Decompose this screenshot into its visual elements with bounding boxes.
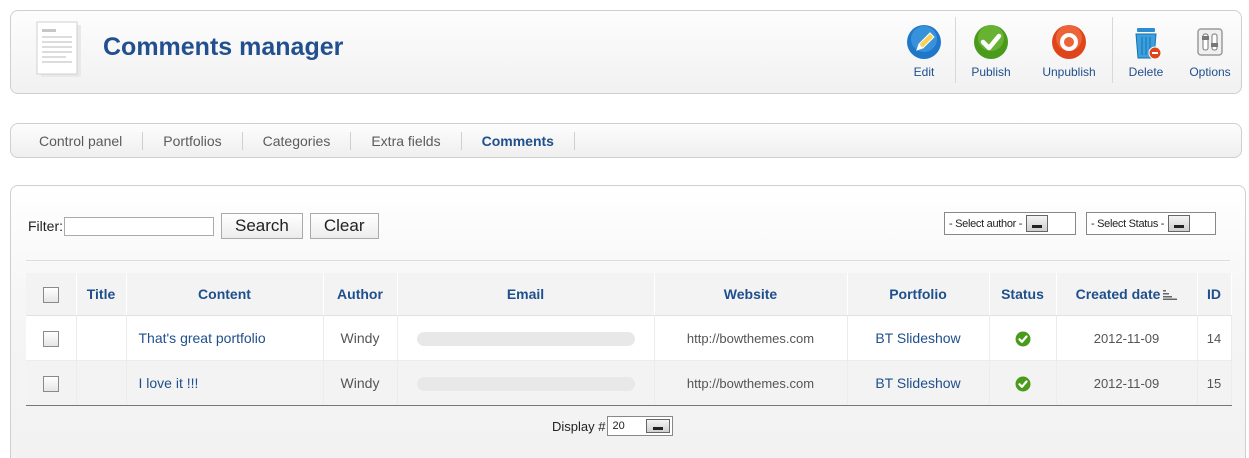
author-select-value: - Select author -	[949, 217, 1023, 230]
submenu-item-extra-fields[interactable]: Extra fields	[351, 131, 462, 150]
table-header-row: Title Content Author Email Website Portf…	[26, 273, 1232, 316]
submenu-item-control-panel[interactable]: Control panel	[26, 131, 144, 150]
published-status-icon[interactable]	[1015, 376, 1031, 392]
column-header-id[interactable]: ID	[1197, 273, 1232, 316]
email-redacted	[416, 377, 635, 392]
comments-table: Title Content Author Email Website Portf…	[26, 273, 1232, 406]
toolbar: Edit Publish Unpublish Delete Options	[893, 11, 1241, 95]
unpublish-label: Unpublish	[1042, 65, 1096, 79]
edit-button[interactable]: Edit	[893, 11, 955, 95]
column-header-website[interactable]: Website	[654, 273, 848, 316]
content-link[interactable]: I love it !!!	[126, 360, 324, 406]
options-label: Options	[1189, 65, 1231, 79]
status-cell	[989, 315, 1057, 361]
row-select-cell	[26, 360, 77, 406]
column-header-author[interactable]: Author	[323, 273, 398, 316]
unpublish-icon	[1052, 25, 1086, 59]
chevron-down-icon	[646, 419, 671, 433]
status-select-value: - Select Status -	[1091, 217, 1165, 230]
document-icon	[36, 21, 81, 77]
column-header-title[interactable]: Title	[76, 273, 127, 316]
column-header-created-date[interactable]: Created date	[1056, 273, 1198, 316]
status-cell	[989, 360, 1057, 406]
published-status-icon[interactable]	[1015, 331, 1031, 347]
display-count-select[interactable]: 20	[607, 416, 674, 436]
id-cell: 15	[1197, 360, 1232, 406]
table-row: I love it !!! Windy http://bowthemes.com…	[26, 360, 1232, 406]
row-checkbox[interactable]	[42, 375, 59, 392]
edit-label: Edit	[913, 65, 935, 79]
column-header-email[interactable]: Email	[397, 273, 655, 316]
chevron-down-icon	[1168, 215, 1191, 232]
filter-input[interactable]	[64, 216, 214, 236]
options-icon	[1197, 28, 1223, 56]
row-checkbox[interactable]	[42, 330, 59, 347]
author-select[interactable]: - Select author -	[944, 212, 1076, 235]
portfolio-link[interactable]: BT Slideshow	[847, 315, 990, 361]
website-cell: http://bowthemes.com	[654, 315, 848, 361]
filter-bar: Filter: Search Clear	[28, 213, 386, 239]
filter-label: Filter:	[28, 218, 63, 234]
column-header-portfolio[interactable]: Portfolio	[847, 273, 990, 316]
edit-icon	[907, 25, 941, 59]
unpublish-button[interactable]: Unpublish	[1026, 11, 1112, 95]
delete-label: Delete	[1128, 65, 1164, 79]
content-link[interactable]: That's great portfolio	[126, 315, 324, 361]
options-button[interactable]: Options	[1179, 11, 1241, 95]
email-redacted	[416, 332, 635, 347]
select-all-cell	[26, 273, 77, 316]
submenu-item-categories[interactable]: Categories	[243, 131, 352, 150]
created-date-cell: 2012-11-09	[1056, 315, 1198, 361]
author-cell: Windy	[323, 360, 398, 406]
status-select[interactable]: - Select Status -	[1086, 212, 1216, 235]
search-button[interactable]: Search	[221, 213, 303, 239]
publish-label: Publish	[971, 65, 1011, 79]
chevron-down-icon	[1026, 215, 1049, 232]
table-row: That's great portfolio Windy http://bowt…	[26, 315, 1232, 361]
title-cell	[76, 360, 127, 406]
row-select-cell	[26, 315, 77, 361]
delete-icon	[1135, 28, 1162, 60]
email-cell	[397, 360, 655, 406]
display-count-value: 20	[612, 420, 625, 432]
divider	[26, 260, 1230, 261]
title-cell	[76, 315, 127, 361]
email-cell	[397, 315, 655, 361]
created-date-label: Created date	[1075, 286, 1161, 302]
header-panel: Comments manager Edit Publish Unpublish …	[10, 10, 1242, 94]
website-cell: http://bowthemes.com	[654, 360, 848, 406]
id-cell: 14	[1197, 315, 1232, 361]
delete-button[interactable]: Delete	[1113, 11, 1179, 95]
column-header-content[interactable]: Content	[126, 273, 324, 316]
page-title: Comments manager	[103, 33, 344, 61]
submenu-item-comments[interactable]: Comments	[462, 131, 575, 150]
column-header-status[interactable]: Status	[989, 273, 1057, 316]
submenu: Control panel Portfolios Categories Extr…	[10, 123, 1242, 158]
publish-button[interactable]: Publish	[956, 11, 1026, 95]
select-all-checkbox[interactable]	[42, 286, 59, 303]
author-cell: Windy	[323, 315, 398, 361]
clear-button[interactable]: Clear	[309, 213, 379, 239]
created-date-cell: 2012-11-09	[1056, 360, 1198, 406]
sort-icon	[1163, 290, 1178, 301]
portfolio-link[interactable]: BT Slideshow	[847, 360, 990, 406]
display-label: Display #	[552, 418, 606, 434]
publish-icon	[974, 25, 1008, 59]
submenu-item-portfolios[interactable]: Portfolios	[143, 131, 243, 150]
pagination-bar: Display # 20	[552, 416, 674, 436]
